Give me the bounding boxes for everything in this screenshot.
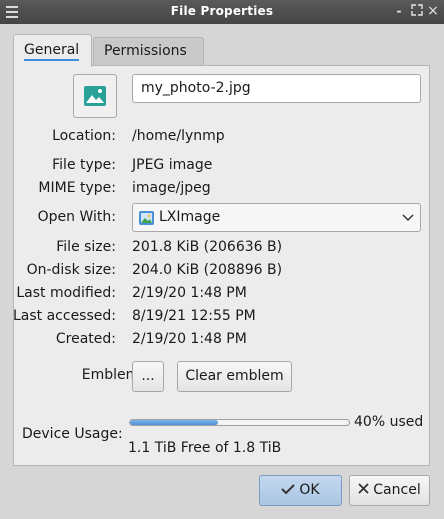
last-accessed-value: 8/19/21 12:55 PM	[132, 308, 256, 324]
cancel-x-icon	[358, 483, 369, 494]
device-usage-progress-fill	[130, 420, 218, 425]
open-with-dropdown[interactable]: LXImage	[132, 203, 421, 232]
close-icon[interactable]: ×	[426, 4, 440, 18]
on-disk-size-value: 204.0 KiB (208896 B)	[132, 262, 283, 278]
clear-emblem-button[interactable]: Clear emblem	[177, 361, 292, 392]
cancel-button[interactable]: Cancel	[349, 475, 430, 506]
file-name-field[interactable]: my_photo-2.jpg	[132, 74, 421, 103]
device-usage-progress	[129, 419, 350, 426]
device-free-text: 1.1 TiB Free of 1.8 TiB	[128, 440, 282, 456]
tab-general[interactable]: General	[13, 34, 92, 67]
title-bar[interactable]: File Properties - ×	[0, 0, 444, 24]
file-type-label: File type:	[52, 157, 116, 173]
lximage-app-icon	[139, 211, 154, 225]
mime-type-value: image/jpeg	[132, 180, 211, 196]
device-usage-label: Device Usage:	[22, 426, 123, 442]
checkmark-icon	[281, 484, 296, 495]
last-modified-label: Last modified:	[16, 285, 116, 301]
file-type-value: JPEG image	[132, 157, 213, 173]
device-usage-percent: 40% used	[354, 414, 424, 430]
minimize-icon[interactable]: -	[392, 4, 406, 18]
file-icon-button[interactable]	[73, 74, 117, 118]
cancel-button-label: Cancel	[373, 482, 421, 498]
mime-type-label: MIME type:	[38, 180, 116, 196]
ok-button[interactable]: OK	[259, 475, 342, 506]
file-size-value: 201.8 KiB (206636 B)	[132, 239, 283, 255]
location-value: /home/lynmp	[132, 128, 225, 144]
tab-permissions[interactable]: Permissions	[93, 37, 204, 65]
open-with-label: Open With:	[37, 209, 116, 225]
maximize-icon[interactable]	[410, 4, 424, 18]
open-with-value: LXImage	[159, 209, 221, 225]
on-disk-size-label: On-disk size:	[26, 262, 116, 278]
general-panel: my_photo-2.jpg Location: /home/lynmp Fil…	[13, 65, 430, 466]
choose-emblem-button[interactable]: ...	[132, 361, 164, 392]
created-value: 2/19/20 1:48 PM	[132, 331, 247, 347]
location-label: Location:	[52, 128, 116, 144]
ok-button-label: OK	[299, 482, 320, 498]
last-modified-value: 2/19/20 1:48 PM	[132, 285, 247, 301]
created-label: Created:	[55, 331, 116, 347]
tab-permissions-label: Permissions	[104, 43, 187, 59]
image-icon	[84, 86, 106, 106]
last-accessed-label: Last accessed:	[12, 308, 116, 324]
tab-general-label: General	[24, 42, 80, 61]
file-size-label: File size:	[56, 239, 116, 255]
window-title: File Properties	[170, 4, 274, 18]
chevron-down-icon	[402, 214, 414, 222]
